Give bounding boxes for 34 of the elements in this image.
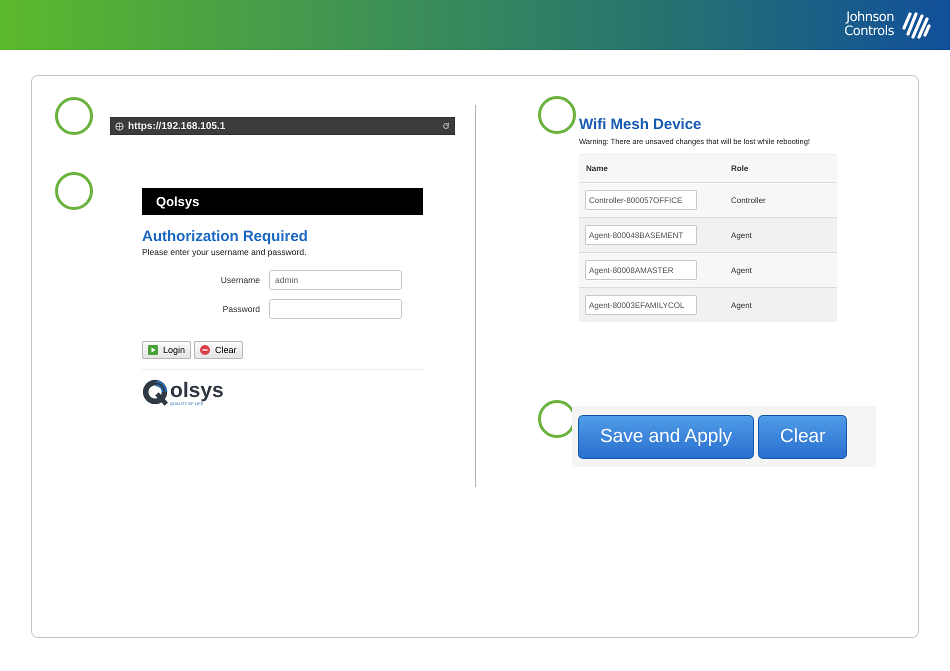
column-header: Name — [585, 164, 609, 173]
action-button[interactable]: Clear — [758, 414, 848, 458]
action-button[interactable]: Save and Apply — [578, 414, 754, 458]
step-circle — [538, 96, 576, 134]
form-button[interactable]: Login — [142, 341, 192, 359]
q-logo-icon — [142, 378, 170, 406]
reload-icon[interactable] — [442, 122, 450, 130]
brand-name: Johnson Controls — [844, 11, 894, 39]
input-field[interactable] — [269, 299, 402, 319]
role-cell-text: Agent — [731, 230, 753, 240]
input-field[interactable]: admin — [269, 270, 402, 290]
url-text: https://192.168.105.1 — [128, 120, 226, 132]
role-cell-text: Agent — [731, 266, 753, 274]
globe-icon — [115, 122, 124, 130]
instruction-text: Please enter your username and password. — [142, 247, 308, 257]
name-field[interactable]: Agent-80003EFAMILYCOL — [585, 295, 697, 316]
name-field[interactable]: Agent-80008AMASTER — [585, 260, 697, 280]
name-field[interactable]: Controller-800057OFFICE — [585, 190, 697, 210]
role-cell-text: Controller — [731, 196, 767, 204]
role-cell-text: Agent — [731, 300, 753, 310]
field-label: Username — [220, 275, 260, 285]
brand-logo: Qolsys — [156, 194, 200, 209]
page-heading: Authorization Required — [142, 228, 309, 245]
stop-icon — [200, 345, 210, 355]
step-circle — [55, 172, 93, 210]
address-bar[interactable]: https://192.168.105.1 — [110, 117, 455, 135]
field-label: Password — [222, 304, 260, 314]
play-icon — [148, 345, 158, 355]
form-button[interactable]: Clear — [194, 341, 243, 359]
step-circle — [55, 97, 93, 135]
page-heading: Wifi Mesh Device — [579, 116, 702, 133]
name-field[interactable]: Agent-800048BASEMENT — [585, 225, 697, 246]
brand-logo: olsys — [170, 381, 224, 401]
column-header: Role — [731, 164, 750, 173]
